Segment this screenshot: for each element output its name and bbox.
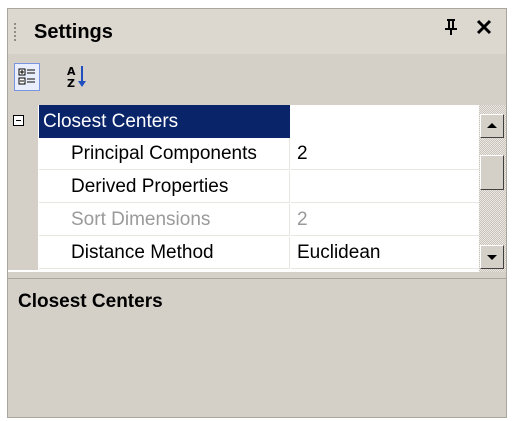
description-pane: Closest Centers bbox=[8, 278, 506, 417]
property-value[interactable] bbox=[291, 171, 479, 203]
settings-panel: Settings A Z Closest Centers Principal C… bbox=[7, 8, 507, 418]
property-row-derived-properties[interactable]: Derived Properties bbox=[8, 171, 479, 204]
category-row[interactable]: Closest Centers bbox=[8, 105, 479, 138]
row-gutter bbox=[8, 171, 38, 204]
sort-alphabetical-icon: A Z bbox=[64, 65, 90, 95]
category-gutter bbox=[8, 105, 38, 138]
category-value-cell bbox=[291, 105, 479, 138]
categorized-view-button[interactable] bbox=[14, 63, 40, 91]
property-toolbar: A Z bbox=[8, 54, 506, 105]
property-row-principal-components[interactable]: Principal Components 2 bbox=[8, 138, 479, 171]
drag-grip[interactable] bbox=[14, 23, 16, 43]
scroll-down-button[interactable] bbox=[480, 245, 504, 269]
svg-text:Z: Z bbox=[67, 77, 75, 90]
property-name[interactable]: Principal Components bbox=[39, 138, 290, 170]
close-icon[interactable] bbox=[475, 17, 493, 41]
scroll-down-icon bbox=[487, 255, 497, 260]
panel-title: Settings bbox=[34, 21, 113, 43]
property-name[interactable]: Distance Method bbox=[39, 237, 290, 269]
categorized-view-icon bbox=[15, 68, 39, 94]
property-value[interactable]: 2 bbox=[291, 204, 479, 236]
scroll-up-icon bbox=[487, 123, 497, 128]
alphabetical-sort-button[interactable]: A Z bbox=[64, 63, 90, 91]
vertical-scrollbar[interactable] bbox=[479, 105, 506, 272]
scroll-up-button[interactable] bbox=[480, 114, 504, 138]
collapse-toggle-icon[interactable] bbox=[13, 115, 24, 126]
property-name[interactable]: Sort Dimensions bbox=[39, 204, 290, 236]
description-title: Closest Centers bbox=[18, 291, 163, 312]
row-gutter bbox=[8, 138, 38, 171]
category-label[interactable]: Closest Centers bbox=[39, 105, 290, 138]
scroll-thumb[interactable] bbox=[480, 155, 504, 190]
property-name[interactable]: Derived Properties bbox=[39, 171, 290, 203]
property-value[interactable]: 2 bbox=[291, 138, 479, 170]
row-gutter bbox=[8, 237, 38, 270]
panel-titlebar[interactable]: Settings bbox=[8, 9, 506, 54]
property-grid: Closest Centers Principal Components 2 D… bbox=[8, 105, 479, 272]
property-value[interactable]: Euclidean bbox=[291, 237, 479, 269]
property-row-distance-method[interactable]: Distance Method Euclidean bbox=[8, 237, 479, 270]
row-gutter bbox=[8, 204, 38, 237]
pin-icon[interactable] bbox=[444, 18, 458, 42]
property-row-sort-dimensions[interactable]: Sort Dimensions 2 bbox=[8, 204, 479, 237]
